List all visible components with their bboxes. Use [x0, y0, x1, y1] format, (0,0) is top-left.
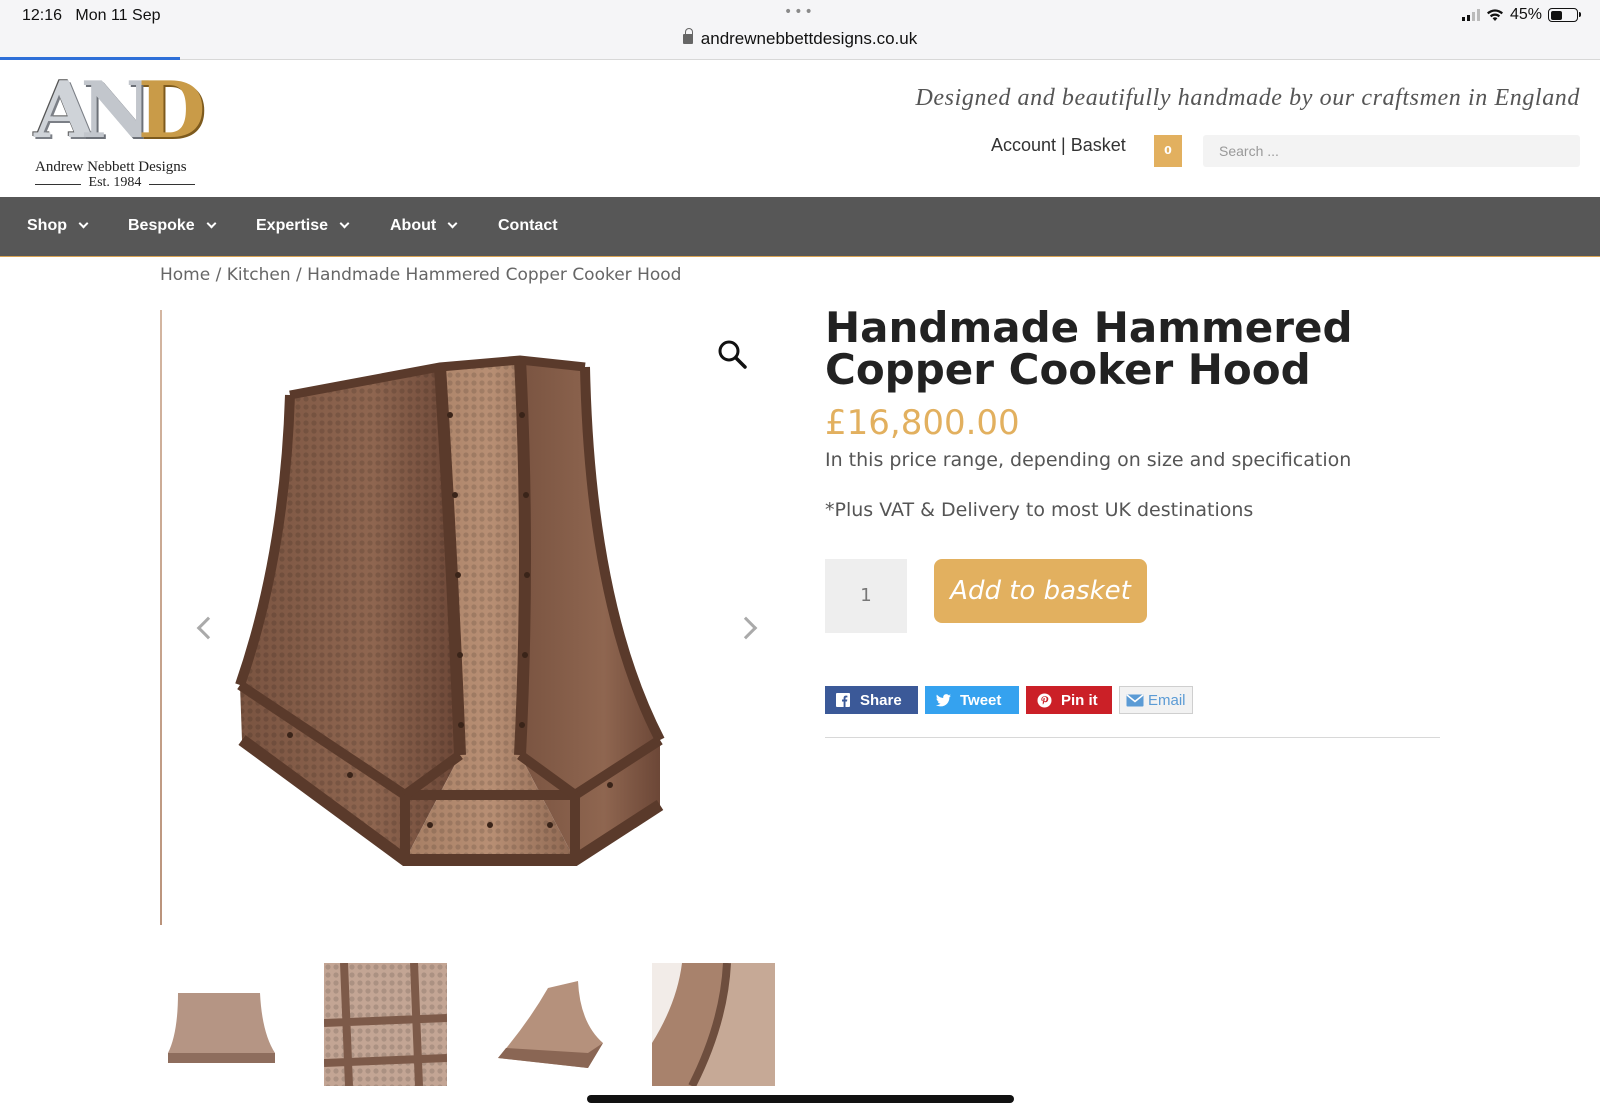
- product-price: £16,800.00: [825, 403, 1020, 443]
- thumbnail-2[interactable]: [324, 963, 447, 1086]
- battery-percent: 45%: [1509, 6, 1542, 23]
- main-navigation: Shop Bespoke Expertise About Contact: [0, 197, 1600, 257]
- nav-item-about[interactable]: About: [390, 217, 458, 235]
- product-gallery: [160, 310, 778, 925]
- status-bar: 12:16 Mon 11 Sep ••• andrewnebbettdesign…: [0, 0, 1600, 60]
- twitter-share-button[interactable]: Tweet: [925, 686, 1019, 714]
- home-indicator[interactable]: [587, 1095, 1014, 1103]
- gallery-thumbnails: [160, 963, 780, 1088]
- facebook-share-label: Share: [860, 691, 902, 709]
- facebook-icon: [835, 692, 851, 708]
- nav-item-bespoke[interactable]: Bespoke: [128, 217, 217, 235]
- page-load-progress: [0, 57, 180, 60]
- search-input[interactable]: Search ...: [1203, 135, 1580, 167]
- nav-item-expertise[interactable]: Expertise: [256, 217, 350, 235]
- site-logo[interactable]: AND Andrew Nebbett Designs Est. 1984: [30, 71, 230, 191]
- nav-item-label: Contact: [498, 217, 558, 234]
- battery-icon: [1548, 8, 1581, 22]
- nav-item-shop[interactable]: Shop: [27, 217, 89, 235]
- status-time-date: 12:16 Mon 11 Sep: [22, 7, 160, 25]
- status-indicators: 45%: [1461, 6, 1581, 24]
- basket-count-badge[interactable]: 0: [1154, 135, 1182, 167]
- chevron-down-icon: [78, 218, 89, 229]
- chevron-down-icon: [206, 218, 217, 229]
- logo-established: Est. 1984: [35, 175, 195, 191]
- add-to-basket-button[interactable]: Add to basket: [934, 559, 1147, 623]
- vat-delivery-note: *Plus VAT & Delivery to most UK destinat…: [825, 499, 1254, 521]
- zoom-icon[interactable]: [715, 337, 751, 373]
- nav-item-contact[interactable]: Contact: [498, 217, 558, 235]
- twitter-icon: [935, 692, 951, 708]
- wifi-icon: [1486, 9, 1503, 21]
- chevron-down-icon: [339, 218, 350, 229]
- url-text: andrewnebbettdesigns.co.uk: [700, 29, 918, 48]
- breadcrumb[interactable]: Home / Kitchen / Handmade Hammered Coppe…: [160, 265, 681, 285]
- chevron-down-icon: [447, 218, 458, 229]
- pinterest-icon: [1036, 692, 1052, 708]
- site-tagline: Designed and beautifully handmade by our…: [915, 85, 1580, 111]
- twitter-share-label: Tweet: [960, 691, 1002, 709]
- lock-icon: [682, 28, 693, 44]
- email-share-label: Email: [1148, 691, 1186, 709]
- logo-mark: AND: [34, 65, 205, 156]
- chevron-left-icon[interactable]: [196, 616, 220, 640]
- product-title: Handmade Hammered Copper Cooker Hood: [825, 303, 1353, 394]
- thumbnail-4[interactable]: [652, 963, 775, 1086]
- signal-icon: [1461, 9, 1480, 21]
- product-divider: [825, 737, 1440, 738]
- quantity-input[interactable]: 1: [825, 559, 907, 633]
- pinterest-share-button[interactable]: Pin it: [1026, 686, 1112, 714]
- nav-item-label: About: [390, 217, 437, 234]
- account-basket-link[interactable]: Account | Basket: [991, 135, 1126, 156]
- thumbnail-3[interactable]: [488, 963, 611, 1086]
- mail-icon: [1126, 692, 1144, 708]
- price-range-note: In this price range, depending on size a…: [825, 449, 1352, 471]
- logo-brand-name: Andrew Nebbett Designs: [35, 159, 187, 175]
- pinterest-share-label: Pin it: [1061, 691, 1098, 709]
- chevron-right-icon[interactable]: [734, 616, 758, 640]
- multitasking-dots[interactable]: •••: [784, 4, 815, 20]
- nav-item-label: Bespoke: [128, 217, 195, 234]
- facebook-share-button[interactable]: Share: [825, 686, 918, 714]
- status-time: 12:16: [22, 7, 63, 24]
- nav-item-label: Expertise: [256, 217, 329, 234]
- site-header: AND Andrew Nebbett Designs Est. 1984 Des…: [0, 61, 1600, 197]
- thumbnail-1[interactable]: [160, 963, 283, 1086]
- address-bar[interactable]: andrewnebbettdesigns.co.uk: [0, 28, 1600, 49]
- product-image-copper-hood[interactable]: [230, 355, 680, 885]
- email-share-button[interactable]: Email: [1119, 686, 1193, 714]
- status-date: Mon 11 Sep: [75, 7, 161, 24]
- nav-item-label: Shop: [27, 217, 67, 234]
- previous-slide-edge: [160, 310, 162, 925]
